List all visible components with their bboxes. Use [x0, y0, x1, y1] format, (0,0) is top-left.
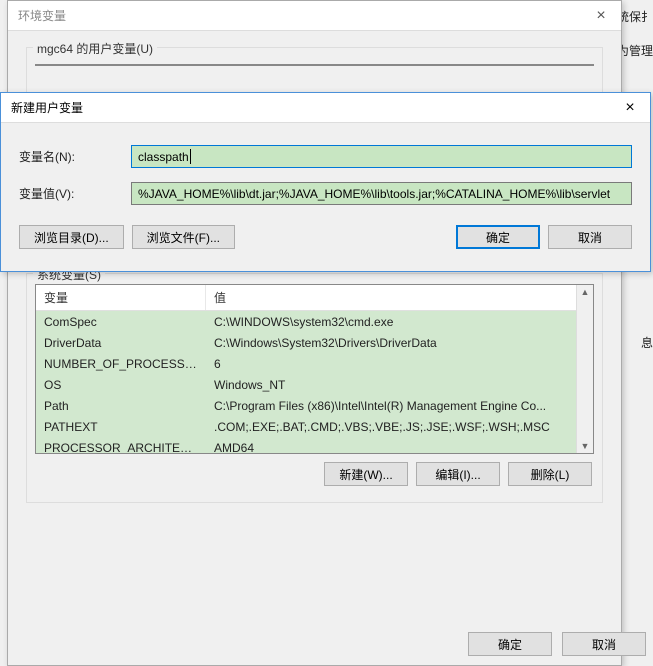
sys-edit-button[interactable]: 编辑(I)...	[416, 462, 500, 486]
bg-text: 统保扌	[617, 8, 653, 25]
cell-var[interactable]: DriverData	[36, 334, 206, 352]
bg-text: 为管理	[617, 42, 653, 59]
system-vars-group: 系统变量(S) 变量 值 ComSpecC:\WINDOWS\system32\…	[26, 273, 603, 503]
sys-new-button[interactable]: 新建(W)...	[324, 462, 408, 486]
close-icon[interactable]: ×	[581, 1, 621, 31]
cell-var[interactable]: PROCESSOR_ARCHITECT...	[36, 439, 206, 454]
system-vars-table[interactable]: 变量 值 ComSpecC:\WINDOWS\system32\cmd.exe …	[35, 284, 594, 454]
cell-val[interactable]: C:\Windows\System32\Drivers\DriverData	[206, 334, 576, 352]
sys-delete-button[interactable]: 删除(L)	[508, 462, 592, 486]
variable-value-label: 变量值(V):	[19, 185, 131, 202]
cell-val[interactable]: 6	[206, 355, 576, 373]
table-body[interactable]: ComSpecC:\WINDOWS\system32\cmd.exe Drive…	[36, 311, 576, 453]
cell-val[interactable]: C:\Program Files (x86)\Intel\Intel(R) Ma…	[206, 397, 576, 415]
user-vars-table[interactable]	[35, 64, 594, 66]
env-title: 环境变量	[18, 7, 66, 24]
cell-var[interactable]: NUMBER_OF_PROCESSORS	[36, 355, 206, 373]
cell-var[interactable]: Path	[36, 397, 206, 415]
cell-var[interactable]: OS	[36, 376, 206, 394]
scrollbar[interactable]: ▲ ▼	[576, 285, 593, 453]
col-header-value[interactable]: 值	[206, 285, 576, 310]
cell-var[interactable]: PATHEXT	[36, 418, 206, 436]
text-caret	[190, 149, 191, 164]
browse-file-button[interactable]: 浏览文件(F)...	[132, 225, 235, 249]
newvar-title: 新建用户变量	[11, 99, 83, 116]
cancel-button[interactable]: 取消	[548, 225, 632, 249]
scroll-down-icon[interactable]: ▼	[581, 441, 590, 451]
user-vars-label: mgc64 的用户变量(U)	[33, 40, 157, 57]
browse-directory-button[interactable]: 浏览目录(D)...	[19, 225, 124, 249]
env-cancel-button[interactable]: 取消	[562, 632, 646, 656]
variable-value-input[interactable]: %JAVA_HOME%\lib\dt.jar;%JAVA_HOME%\lib\t…	[131, 182, 632, 205]
env-footer-buttons: 确定 取消	[468, 632, 646, 656]
table-header: 变量 值	[36, 285, 576, 311]
cell-val[interactable]: Windows_NT	[206, 376, 576, 394]
ok-button[interactable]: 确定	[456, 225, 540, 249]
variable-name-input[interactable]: classpath	[131, 145, 632, 168]
variable-name-label: 变量名(N):	[19, 148, 131, 165]
cell-val[interactable]: AMD64	[206, 439, 576, 454]
cell-val[interactable]: .COM;.EXE;.BAT;.CMD;.VBS;.VBE;.JS;.JSE;.…	[206, 418, 576, 436]
bg-text: 息	[641, 334, 653, 351]
env-titlebar: 环境变量 ×	[8, 1, 621, 31]
col-header-variable[interactable]: 变量	[36, 285, 206, 310]
close-icon[interactable]: ×	[610, 93, 650, 123]
newvar-titlebar: 新建用户变量 ×	[1, 93, 650, 123]
env-ok-button[interactable]: 确定	[468, 632, 552, 656]
scroll-up-icon[interactable]: ▲	[581, 287, 590, 297]
new-user-variable-dialog: 新建用户变量 × 变量名(N): classpath 变量值(V): %JAVA…	[0, 92, 651, 272]
cell-var[interactable]: ComSpec	[36, 313, 206, 331]
cell-val[interactable]: C:\WINDOWS\system32\cmd.exe	[206, 313, 576, 331]
